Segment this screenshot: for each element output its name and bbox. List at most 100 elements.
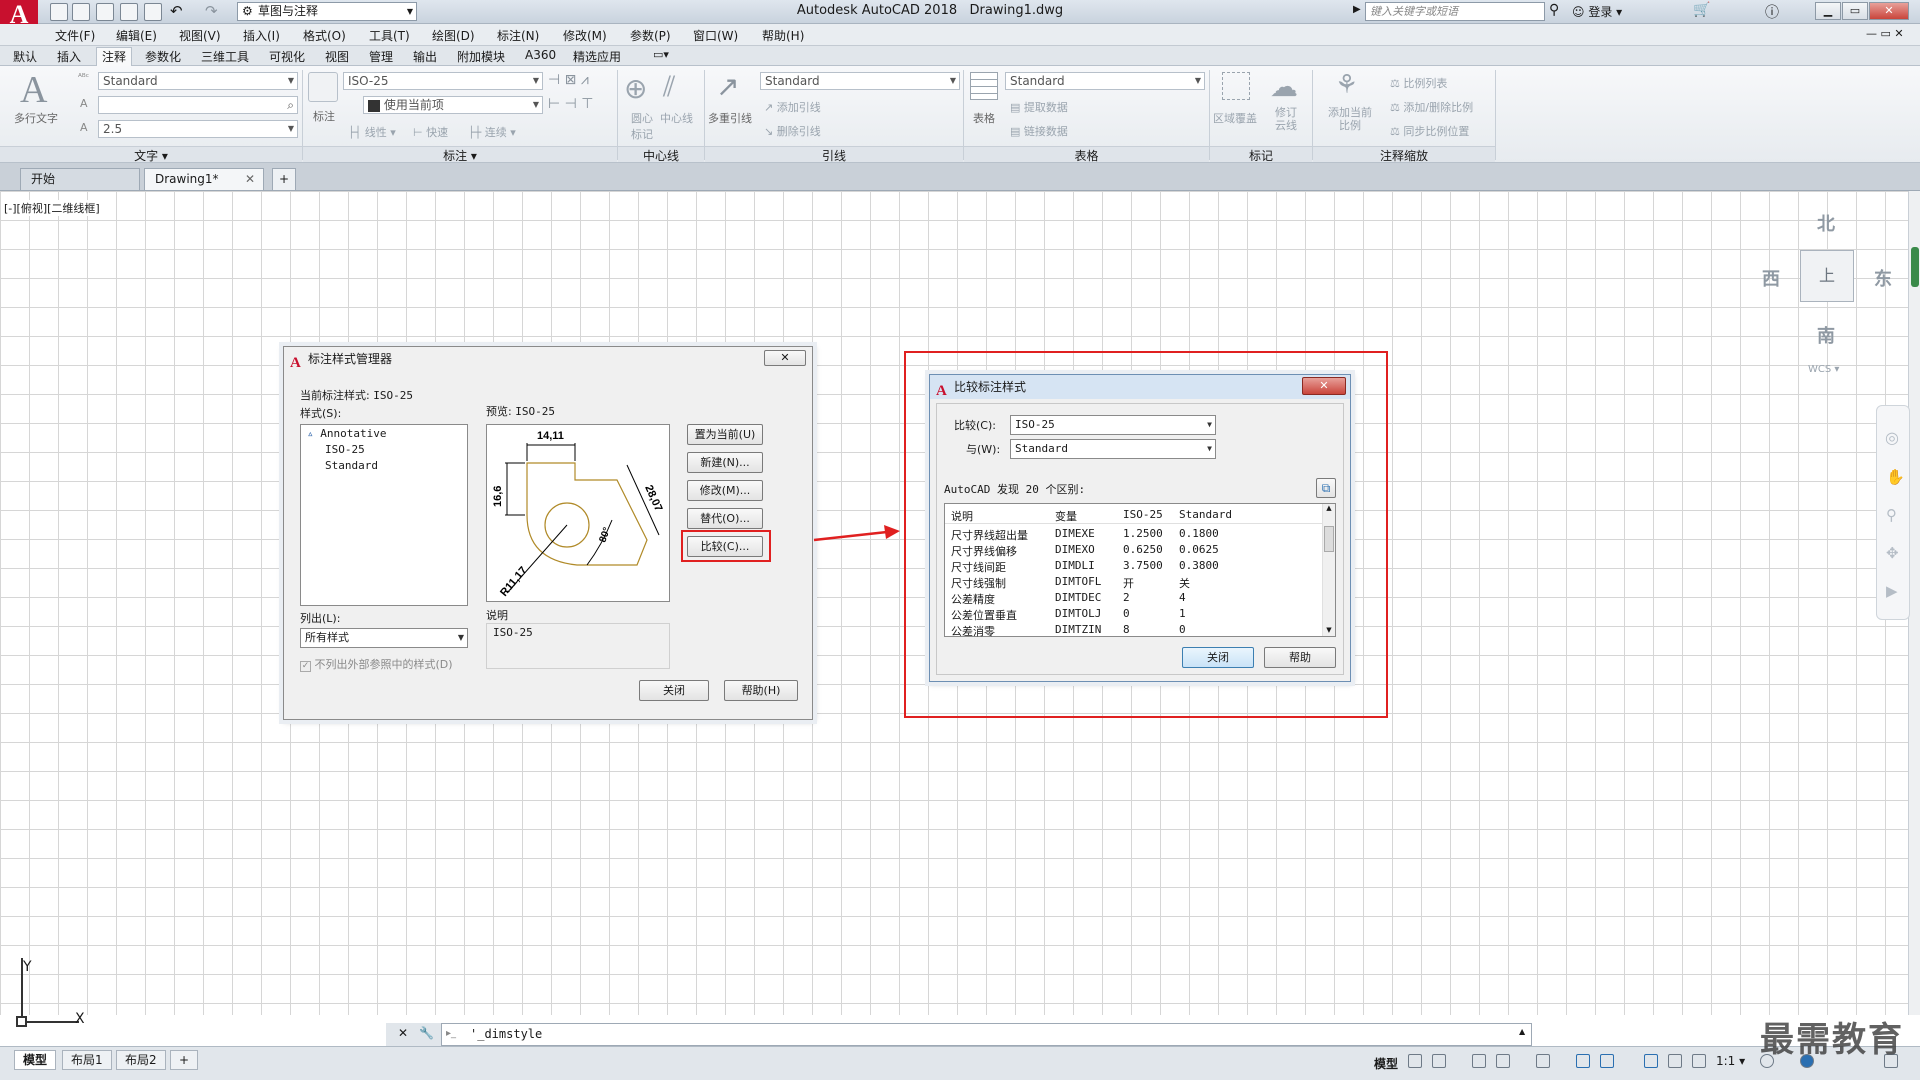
annotation-visibility-icon[interactable] xyxy=(1644,1054,1658,1068)
column-header-variable[interactable]: 变量 xyxy=(1055,508,1077,524)
viewcube-south[interactable]: 南 xyxy=(1817,322,1835,348)
annotation-scale-icon[interactable] xyxy=(1692,1054,1706,1068)
redo-icon[interactable]: ↷ xyxy=(205,2,218,20)
menu-draw[interactable]: 绘图(D) xyxy=(432,27,475,44)
tab-annotate[interactable]: 注释 xyxy=(96,47,133,66)
scroll-thumb[interactable] xyxy=(1324,526,1334,552)
tab-a360[interactable]: A360 xyxy=(525,48,556,62)
viewcube-east[interactable]: 东 xyxy=(1874,265,1892,291)
text-height-select[interactable]: 2.5 ▼ xyxy=(98,120,298,138)
polar-icon[interactable] xyxy=(1496,1054,1510,1068)
selection-cycling-icon[interactable] xyxy=(1600,1054,1614,1068)
scroll-down-icon[interactable]: ▼ xyxy=(1323,626,1335,636)
close-command-icon[interactable]: ✕ xyxy=(398,1026,408,1040)
menu-tools[interactable]: 工具(T) xyxy=(369,27,410,44)
menu-parametric[interactable]: 参数(P) xyxy=(630,27,671,44)
column-header-description[interactable]: 说明 xyxy=(951,508,973,524)
add-layout-button[interactable]: + xyxy=(170,1050,199,1070)
snap-icon[interactable] xyxy=(1432,1054,1446,1068)
list-filter-select[interactable]: 所有样式 ▼ xyxy=(300,628,468,648)
dim-break-icons[interactable]: ⊢ ⊣ ⊤ xyxy=(548,96,594,112)
linear-dim-button[interactable]: ├┤ 线性 ▾ xyxy=(348,124,396,140)
override-style-button[interactable]: 替代(O)... xyxy=(687,508,763,529)
menu-dimension[interactable]: 标注(N) xyxy=(497,27,539,44)
revcloud-icon[interactable]: ☁ xyxy=(1270,70,1298,103)
list-item[interactable]: ISO-25 xyxy=(325,443,365,456)
new-file-icon[interactable] xyxy=(50,3,68,21)
find-text-icon[interactable]: A xyxy=(80,97,88,110)
pan-icon[interactable]: ✋ xyxy=(1886,468,1905,486)
showmotion-icon[interactable]: ▶ xyxy=(1886,582,1898,600)
tab-3d-tools[interactable]: 三维工具 xyxy=(201,48,249,65)
copy-to-clipboard-icon[interactable]: ⧉ xyxy=(1316,478,1336,498)
dim-layer-select[interactable]: 使用当前项 ▼ xyxy=(363,96,543,114)
close-dialog-button[interactable]: ✕ xyxy=(1302,377,1346,395)
viewcube-west[interactable]: 西 xyxy=(1762,265,1780,291)
chevron-right-icon[interactable]: ▶ xyxy=(1353,4,1361,15)
navigation-bar[interactable]: ◎ ✋ ⚲ ✥ ▶ xyxy=(1876,405,1910,620)
list-item[interactable]: ▵ Annotative xyxy=(307,427,386,440)
new-style-button[interactable]: 新建(N)... xyxy=(687,452,763,473)
wcs-menu[interactable]: WCS ▾ xyxy=(1808,364,1839,375)
table-icon[interactable] xyxy=(970,72,998,100)
auto-scale-icon[interactable] xyxy=(1668,1054,1682,1068)
tab-featured-apps[interactable]: 精选应用 xyxy=(573,48,621,65)
spell-check-icon[interactable]: ᴬᴮᶜ xyxy=(78,73,89,83)
maximize-button[interactable]: ▭ xyxy=(1842,2,1868,20)
add-current-scale-icon[interactable]: ⚘ xyxy=(1335,70,1358,100)
ribbon-minimize-icon[interactable]: ▭▾ xyxy=(653,48,669,61)
add-delete-scale-button[interactable]: ⚖ 添加/删除比例 xyxy=(1390,99,1473,115)
viewport-controls[interactable]: [-][俯视][二维线框] xyxy=(4,200,100,216)
scroll-thumb[interactable] xyxy=(1911,247,1919,287)
table-row[interactable]: 尺寸界线超出量 DIMEXE 1.2500 0.1800 xyxy=(945,526,1323,542)
leader-style-select[interactable]: Standard ▼ xyxy=(760,72,960,90)
table-row[interactable]: 尺寸界线偏移 DIMEXO 0.6250 0.0625 xyxy=(945,542,1323,558)
close-tab-icon[interactable]: ✕ xyxy=(245,169,255,189)
dialog-close-button[interactable]: 关闭 xyxy=(639,680,709,701)
tab-default[interactable]: 默认 xyxy=(13,48,37,65)
scale-list-button[interactable]: ⚖ 比例列表 xyxy=(1390,75,1447,91)
tab-insert[interactable]: 插入 xyxy=(57,48,81,65)
table-row[interactable]: 尺寸线强制 DIMTOFL 开 关 xyxy=(945,574,1323,590)
column-header-standard[interactable]: Standard xyxy=(1179,508,1232,521)
tab-layout2[interactable]: 布局2 xyxy=(116,1050,166,1070)
table-style-select[interactable]: Standard ▼ xyxy=(1005,72,1205,90)
tab-output[interactable]: 输出 xyxy=(413,48,437,65)
close-dialog-button[interactable]: ✕ xyxy=(764,350,806,366)
styles-listbox[interactable]: ▵ Annotative ISO-25 Standard xyxy=(300,424,468,606)
modify-style-button[interactable]: 修改(M)... xyxy=(687,480,763,501)
menu-window[interactable]: 窗口(W) xyxy=(693,27,738,44)
new-tab-button[interactable]: + xyxy=(272,168,296,190)
close-window-button[interactable]: ✕ xyxy=(1869,2,1909,20)
tab-drawing1[interactable]: Drawing1* ✕ xyxy=(144,168,264,190)
continue-dim-button[interactable]: ├┼ 连续 ▾ xyxy=(468,124,516,140)
table-row[interactable]: 尺寸线间距 DIMDLI 3.7500 0.3800 xyxy=(945,558,1323,574)
menu-format[interactable]: 格式(O) xyxy=(303,27,346,44)
model-space-toggle[interactable]: 模型 xyxy=(1374,1055,1398,1072)
tab-visualize[interactable]: 可视化 xyxy=(269,48,305,65)
grid-icon[interactable] xyxy=(1408,1054,1422,1068)
sync-scale-button[interactable]: ⚖ 同步比例位置 xyxy=(1390,123,1469,139)
tab-view[interactable]: 视图 xyxy=(325,48,349,65)
binoculars-icon[interactable]: ⚲ xyxy=(1549,2,1559,18)
differences-table[interactable]: 说明 变量 ISO-25 Standard 尺寸界线超出量 DIMEXE 1.250… xyxy=(944,503,1336,638)
list-item[interactable]: Standard xyxy=(325,459,378,472)
help-icon[interactable]: ⓘ xyxy=(1765,2,1779,22)
orbit-icon[interactable]: ✥ xyxy=(1886,544,1899,562)
viewcube-top-face[interactable]: 上 xyxy=(1800,250,1854,302)
dim-style-select[interactable]: ISO-25 ▼ xyxy=(343,72,543,90)
tab-start[interactable]: 开始 xyxy=(20,168,140,190)
viewcube-north[interactable]: 北 xyxy=(1817,210,1835,236)
text-height-icon[interactable]: A xyxy=(80,121,88,134)
menu-file[interactable]: 文件(F) xyxy=(55,27,95,44)
column-header-iso25[interactable]: ISO-25 xyxy=(1123,508,1163,521)
center-mark-icon[interactable]: ⊕ xyxy=(624,72,647,105)
menu-modify[interactable]: 修改(M) xyxy=(563,27,607,44)
with-style-select[interactable]: Standard ▼ xyxy=(1010,439,1216,459)
print-icon[interactable] xyxy=(144,3,162,21)
osnap-icon[interactable] xyxy=(1536,1054,1550,1068)
login-button[interactable]: ☺ 登录 ▾ xyxy=(1572,3,1622,20)
quick-dim-button[interactable]: ⊢ 快速 xyxy=(413,124,448,140)
compare-button[interactable]: 比较(C)... xyxy=(687,536,763,557)
open-file-icon[interactable] xyxy=(72,3,90,21)
